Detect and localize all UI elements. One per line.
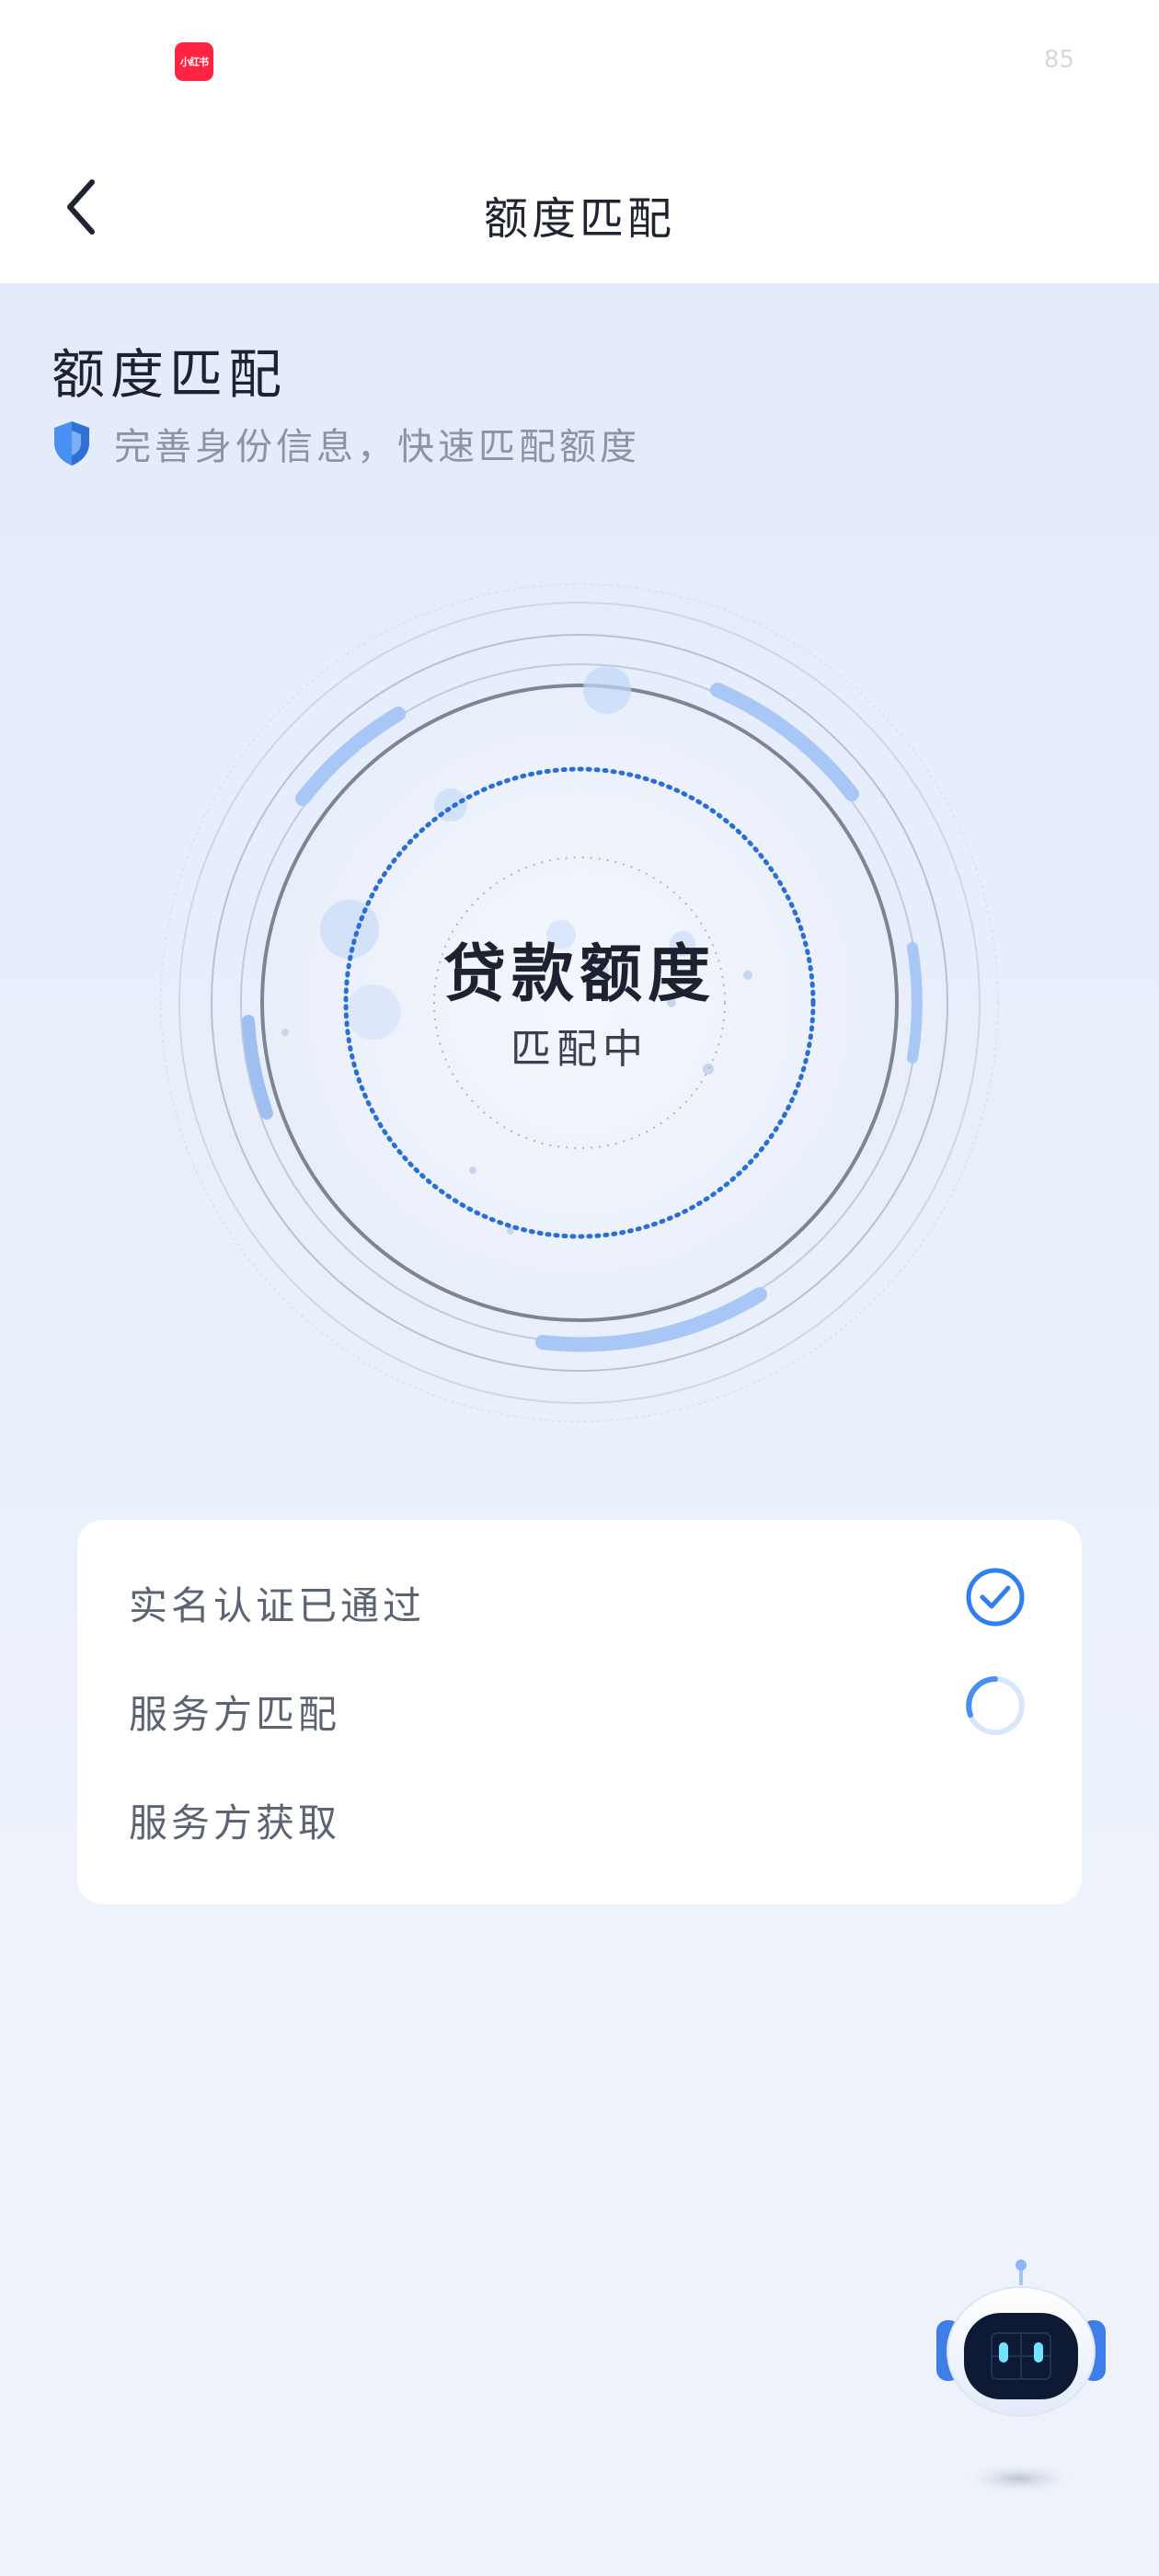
page-subtitle: 完善身份信息，快速匹配额度 — [114, 426, 640, 468]
app-badge-icon: 小红书 — [175, 42, 213, 81]
robot-assistant-button[interactable] — [927, 2252, 1126, 2510]
ring-status: 匹配中 — [511, 1026, 648, 1073]
spinner-icon — [966, 1676, 1025, 1735]
nav-bar: 额度匹配 — [0, 129, 1159, 283]
subtitle-row: 完善身份信息，快速匹配额度 — [52, 418, 640, 469]
step-label: 服务方匹配 — [129, 1692, 341, 1737]
steps-card: 实名认证已通过 服务方匹配 服务方获取 — [77, 1520, 1082, 1904]
robot-assistant-icon — [936, 2260, 1106, 2493]
status-bar: 小红书 85 — [0, 0, 1159, 129]
main-content: 额度匹配 完善身份信息，快速匹配额度 贷款额度 匹配中 实名认证已通过 服务方匹… — [0, 283, 1159, 2576]
step-label: 服务方获取 — [129, 1800, 341, 1846]
step-label: 实名认证已通过 — [129, 1583, 426, 1628]
page-title: 额度匹配 — [52, 343, 288, 406]
step-row-verified: 实名认证已通过 — [129, 1551, 1030, 1643]
battery-level: 85 — [1043, 46, 1074, 74]
step-row-matching: 服务方匹配 — [129, 1660, 1030, 1752]
step-row-obtain: 服务方获取 — [129, 1768, 1030, 1860]
ring-title: 贷款额度 — [442, 938, 716, 1011]
matching-ring: 贷款额度 匹配中 — [138, 561, 1021, 1444]
check-circle-icon — [966, 1568, 1025, 1627]
shield-icon — [54, 421, 89, 466]
nav-title: 额度匹配 — [483, 193, 675, 245]
